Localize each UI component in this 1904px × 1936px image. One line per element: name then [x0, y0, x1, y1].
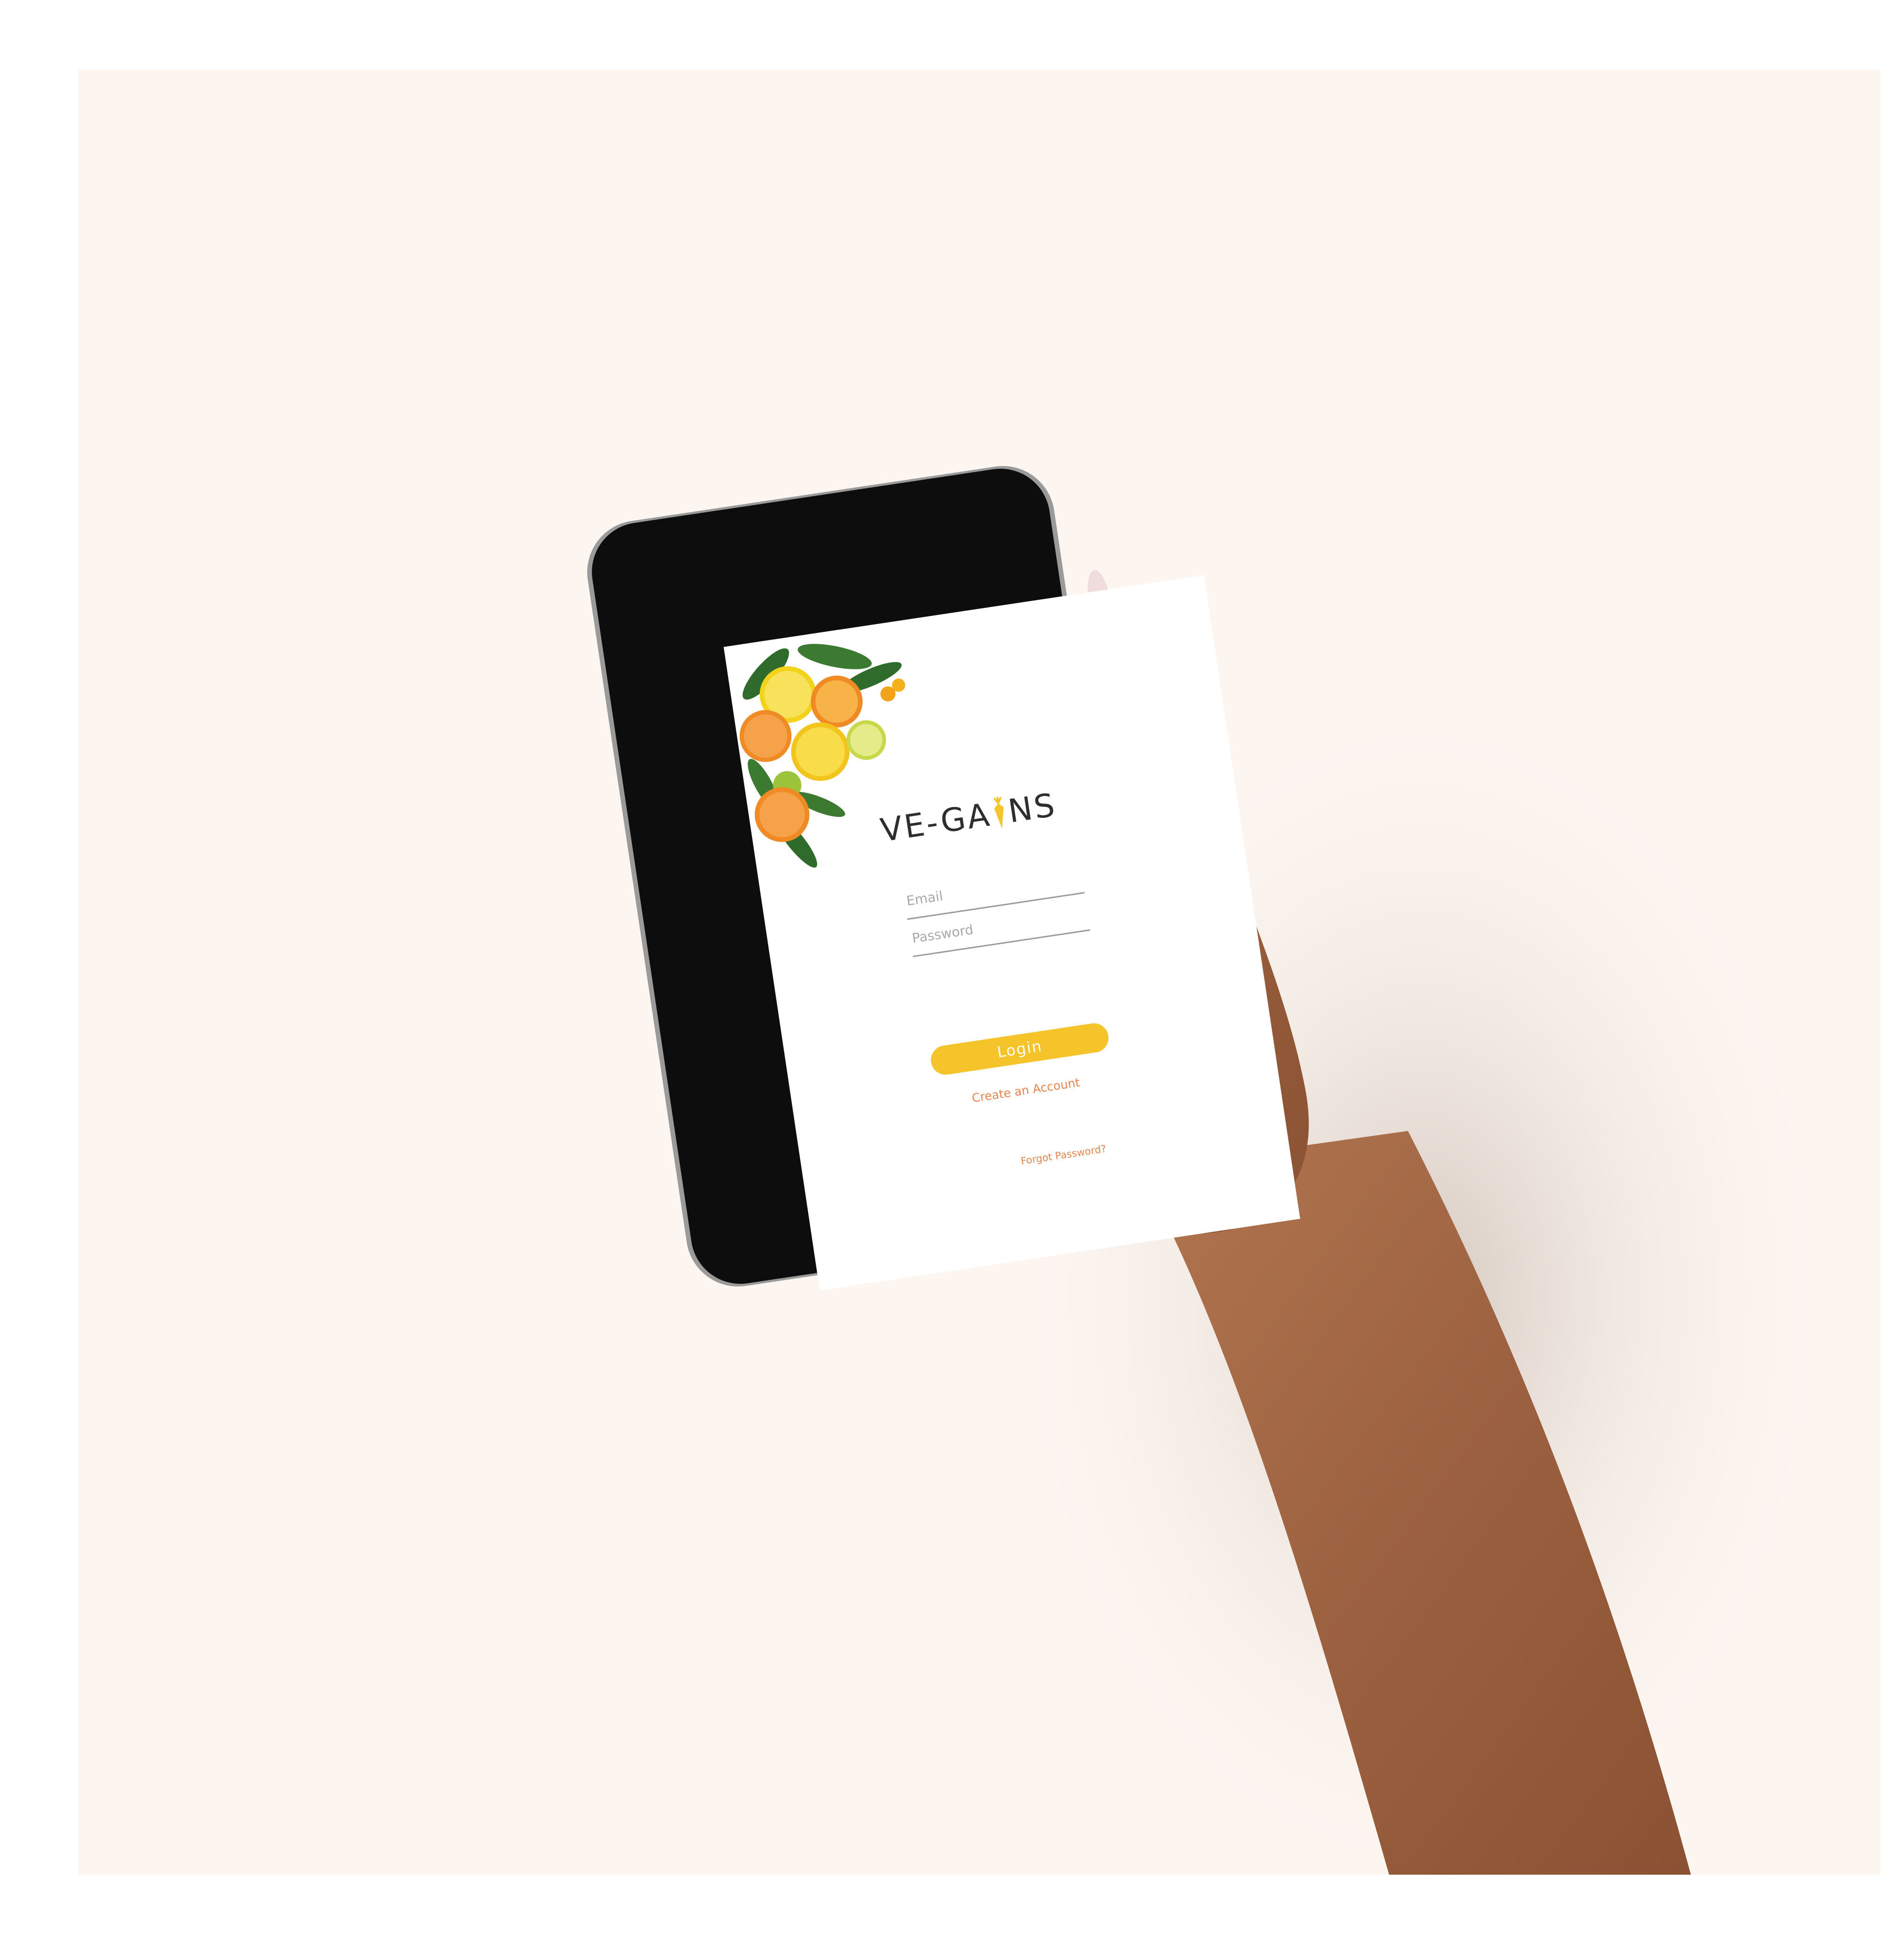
login-button[interactable]: Login [929, 1021, 1111, 1077]
photo-backdrop: VE-GA NS Login Create an Account Forgot … [78, 70, 1880, 1875]
phone-screen: VE-GA NS Login Create an Account Forgot … [723, 575, 1300, 1291]
citrus-fruit-decoration [739, 644, 905, 868]
logo-text-right: NS [1005, 786, 1059, 831]
create-account-link[interactable]: Create an Account [936, 1070, 1116, 1110]
forgot-password-link[interactable]: Forgot Password? [947, 1140, 1126, 1178]
